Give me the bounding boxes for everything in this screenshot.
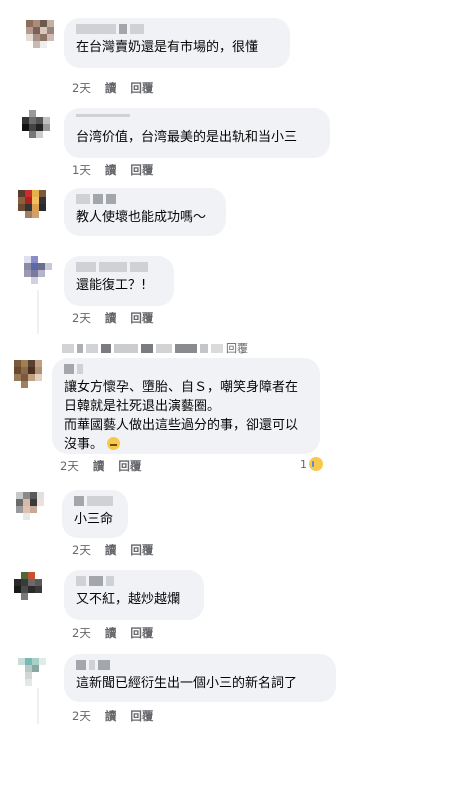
like-button[interactable]: 讀 [93, 458, 105, 474]
reply-button[interactable]: 回覆 [130, 625, 153, 641]
reply-button[interactable]: 回覆 [130, 162, 153, 178]
comment-text: 讓女方懷孕、墮胎、自Ｓ，嘲笑身障者在日韓就是社死退出演藝圈。 而華國藝人做出這些… [64, 380, 299, 452]
comment-actions: 2天 讀 回覆 [72, 80, 153, 96]
author-name-redacted[interactable] [74, 496, 116, 506]
like-button[interactable]: 讀 [105, 310, 117, 326]
avatar[interactable] [18, 658, 50, 686]
author-name-redacted[interactable] [76, 194, 214, 204]
reply-button[interactable]: 回覆 [130, 542, 153, 558]
comment-text: 小三命 [74, 512, 114, 527]
author-name-redacted[interactable] [76, 262, 162, 272]
reply-button[interactable]: 回覆 [118, 458, 141, 474]
comment-text: 教人使壞也能成功嗎～ [76, 210, 207, 225]
comment-actions: 1天 讀 回覆 [72, 162, 153, 178]
comment-text: 又不紅，越炒越爛 [76, 592, 181, 607]
author-name-redacted[interactable] [76, 660, 324, 670]
like-button[interactable]: 讀 [105, 625, 117, 641]
comment-bubble: 還能復工？! [64, 256, 174, 306]
author-name-redacted[interactable] [76, 114, 318, 124]
comment-bubble: 這新聞已經衍生出一個小三的新名詞了 [64, 654, 336, 702]
comment-bubble: 又不紅，越炒越爛 [64, 570, 204, 620]
author-name-redacted[interactable] [76, 24, 278, 34]
avatar[interactable] [26, 20, 54, 48]
reply-label[interactable]: 回覆 [226, 340, 248, 356]
thread-line [37, 290, 39, 334]
thread-line [37, 688, 39, 724]
reply-button[interactable]: 回覆 [130, 708, 153, 724]
timestamp[interactable]: 2天 [72, 625, 91, 641]
timestamp[interactable]: 2天 [60, 458, 79, 474]
comment-actions: 2天 讀 回覆 [60, 458, 141, 474]
avatar[interactable] [22, 110, 54, 138]
avatar[interactable] [14, 572, 50, 600]
author-name-redacted[interactable] [76, 576, 192, 586]
like-button[interactable]: 讀 [105, 80, 117, 96]
comment-text: 還能復工？! [76, 278, 147, 293]
comment-text: 在台灣賣奶還是有市場的，很懂 [76, 40, 259, 55]
neutral-face-emoji [107, 437, 121, 450]
comment-bubble: 在台灣賣奶還是有市場的，很懂 [64, 18, 290, 68]
comment-text: 台湾价值，台湾最美的是出轨和当小三 [76, 130, 298, 145]
timestamp[interactable]: 2天 [72, 708, 91, 724]
comment-bubble: 讓女方懷孕、墮胎、自Ｓ，嘲笑身障者在日韓就是社死退出演藝圈。 而華國藝人做出這些… [52, 358, 320, 454]
like-button[interactable]: 讀 [105, 708, 117, 724]
reaction-count: 1 [300, 457, 307, 471]
timestamp[interactable]: 1天 [72, 162, 91, 178]
comment-bubble: 教人使壞也能成功嗎～ [64, 188, 226, 236]
like-button[interactable]: 讀 [105, 542, 117, 558]
avatar[interactable] [16, 492, 50, 520]
comment-actions: 2天 讀 回覆 [72, 625, 153, 641]
comment-bubble: 小三命 [62, 490, 128, 538]
avatar[interactable] [18, 190, 52, 218]
comment-actions: 2天 讀 回覆 [72, 310, 153, 326]
like-button[interactable]: 讀 [105, 162, 117, 178]
sad-reaction-icon [309, 457, 323, 471]
avatar[interactable] [24, 256, 52, 284]
reply-button[interactable]: 回覆 [130, 310, 153, 326]
reply-button[interactable]: 回覆 [130, 80, 153, 96]
comment-actions: 2天 讀 回覆 [72, 542, 153, 558]
timestamp[interactable]: 2天 [72, 542, 91, 558]
comment-actions: 2天 讀 回覆 [72, 708, 153, 724]
author-name-redacted[interactable] [64, 364, 308, 374]
reaction-summary[interactable]: 1 [300, 457, 323, 471]
timestamp[interactable]: 2天 [72, 310, 91, 326]
avatar[interactable] [14, 360, 44, 388]
timestamp[interactable]: 2天 [72, 80, 91, 96]
comment-text: 這新聞已經衍生出一個小三的新名詞了 [76, 676, 298, 691]
view-replies-bar[interactable]: 回覆 [62, 340, 248, 356]
comment-bubble: 台湾价值，台湾最美的是出轨和当小三 [64, 108, 330, 158]
